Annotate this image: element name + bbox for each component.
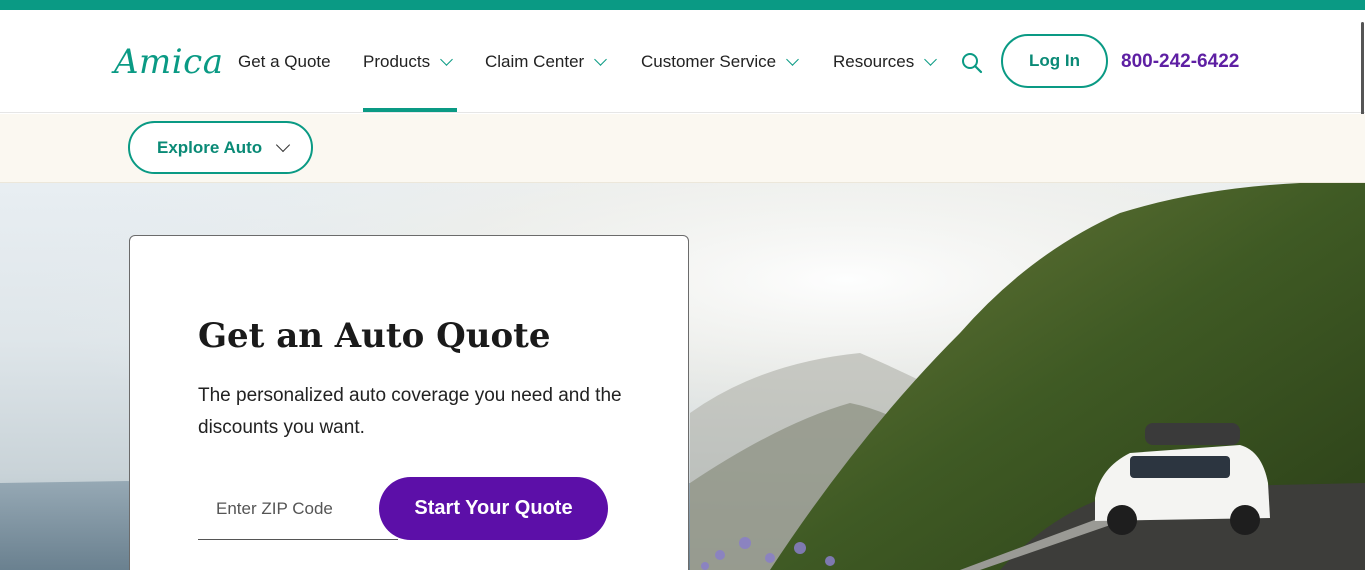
chevron-down-icon — [276, 137, 291, 152]
site-header: Amica Get a Quote Products Claim Center … — [0, 10, 1365, 118]
nav-get-a-quote-label: Get a Quote — [238, 52, 331, 71]
nav-get-a-quote[interactable]: Get a Quote — [238, 52, 331, 72]
login-button[interactable]: Log In — [1001, 34, 1108, 88]
scrollbar[interactable] — [1361, 22, 1364, 118]
phone-number-link[interactable]: 800-242-6422 — [1121, 51, 1239, 73]
nav-customer-service[interactable]: Customer Service — [641, 52, 799, 72]
nav-claim-center-label: Claim Center — [485, 52, 585, 71]
search-icon[interactable] — [961, 52, 983, 74]
explore-auto-button[interactable]: Explore Auto — [128, 121, 313, 174]
chevron-down-icon — [786, 52, 799, 66]
quote-card: Get an Auto Quote The personalized auto … — [129, 235, 689, 570]
zip-code-input[interactable] — [198, 478, 398, 540]
login-label: Log In — [1029, 51, 1080, 70]
amica-logo[interactable]: Amica — [114, 42, 223, 82]
top-accent-bar — [0, 0, 1365, 10]
nav-products-label: Products — [363, 52, 431, 71]
start-quote-label: Start Your Quote — [414, 497, 573, 519]
nav-resources[interactable]: Resources — [833, 52, 938, 72]
chevron-down-icon — [440, 52, 453, 66]
product-subnav: Explore Auto — [0, 114, 1365, 183]
active-nav-indicator — [363, 108, 457, 112]
quote-card-description: The personalized auto coverage you need … — [198, 385, 622, 438]
chevron-down-icon — [594, 52, 608, 66]
nav-resources-label: Resources — [833, 52, 915, 71]
nav-customer-service-label: Customer Service — [641, 52, 777, 71]
explore-auto-label: Explore Auto — [157, 137, 263, 157]
nav-products[interactable]: Products — [363, 52, 453, 72]
chevron-down-icon — [924, 52, 938, 66]
quote-card-title: Get an Auto Quote — [198, 316, 551, 356]
start-quote-button[interactable]: Start Your Quote — [379, 477, 608, 540]
nav-claim-center[interactable]: Claim Center — [485, 52, 608, 72]
